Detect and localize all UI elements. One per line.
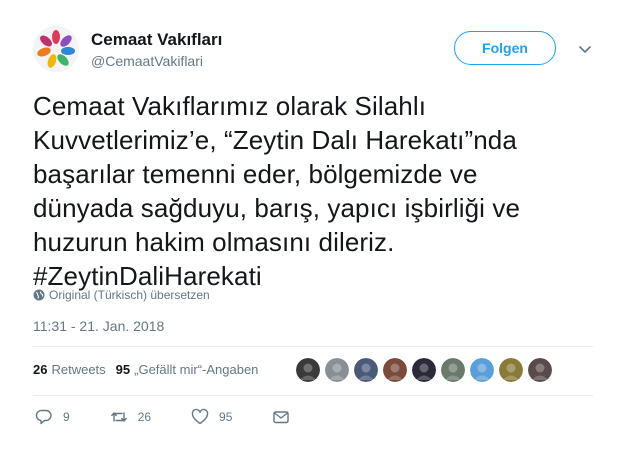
tweet-text: Cemaat Vakıflarımız olarak Silahlı Kuvve…: [33, 89, 593, 293]
tweet-text-line: Kuvvetlerimiz’e, “Zeytin Dalı Harekatı”n…: [33, 125, 517, 155]
divider: [33, 346, 593, 347]
liker-avatar[interactable]: [325, 358, 349, 382]
liker-avatar[interactable]: [412, 358, 436, 382]
divider: [33, 395, 593, 396]
tweet-timestamp[interactable]: 11:31 - 21. Jan. 2018: [33, 318, 164, 334]
like-count: 95: [219, 410, 233, 424]
retweets-stat[interactable]: 26 Retweets: [33, 362, 106, 377]
likes-stat[interactable]: 95 „Gefällt mir“-Angaben: [116, 362, 259, 377]
tweet-stats: 26 Retweets 95 „Gefällt mir“-Angaben: [33, 362, 268, 377]
tweet-text-line: dünyada sağduyu, barış, yapıcı işbirliği…: [33, 193, 521, 223]
likes-label: „Gefällt mir“-Angaben: [134, 362, 259, 377]
tweet-text-line: Cemaat Vakıflarımız olarak Silahlı: [33, 91, 427, 121]
tweet-text-line: huzurun hakim olmasını dileriz.: [33, 227, 395, 257]
tweet-card: Cemaat Vakıfları @CemaatVakiflari Folgen…: [0, 0, 624, 454]
tweet-actions: 9 26 95: [35, 408, 340, 426]
liker-avatar[interactable]: [528, 358, 552, 382]
liker-avatar[interactable]: [296, 358, 320, 382]
retweet-count: 26: [137, 410, 152, 424]
liker-avatar[interactable]: [354, 358, 378, 382]
retweets-label: Retweets: [51, 362, 106, 377]
author-avatar[interactable]: [33, 26, 79, 72]
reply-button[interactable]: 9: [35, 408, 70, 426]
liker-avatar[interactable]: [441, 358, 465, 382]
reply-icon: [35, 409, 52, 425]
likes-count: 95: [115, 362, 131, 377]
liker-avatar[interactable]: [470, 358, 494, 382]
retweet-icon: [110, 412, 127, 422]
author-name[interactable]: Cemaat Vakıfları: [91, 30, 222, 50]
envelope-icon: [273, 411, 290, 424]
retweets-count: 26: [33, 362, 48, 377]
retweet-button[interactable]: 26: [110, 408, 151, 426]
direct-message-button[interactable]: [272, 408, 300, 426]
likers-avatar-list: [296, 358, 552, 382]
liker-avatar[interactable]: [499, 358, 523, 382]
foundation-logo-icon: [33, 26, 79, 72]
like-button[interactable]: 95: [191, 408, 232, 426]
follow-button[interactable]: Folgen: [454, 31, 556, 65]
globe-icon: [33, 289, 45, 301]
translate-label: Original (Türkisch) übersetzen: [49, 288, 210, 302]
reply-count: 9: [63, 410, 70, 424]
liker-avatar[interactable]: [383, 358, 407, 382]
tweet-text-line: başarılar temenni eder, bölgemizde ve: [33, 159, 478, 189]
author-handle[interactable]: @CemaatVakiflari: [91, 53, 203, 69]
heart-icon: [191, 408, 209, 425]
translate-link[interactable]: Original (Türkisch) übersetzen: [33, 288, 210, 302]
chevron-down-icon[interactable]: [578, 42, 592, 56]
